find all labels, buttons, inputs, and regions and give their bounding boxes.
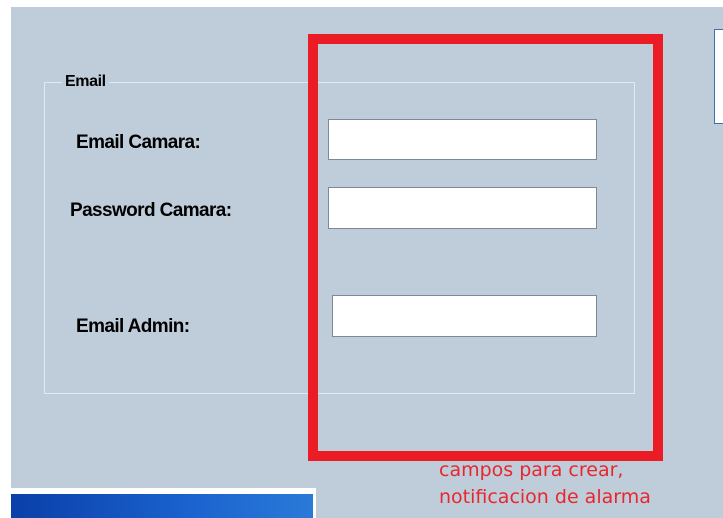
- email-camara-label: Email Camara:: [76, 132, 201, 153]
- email-groupbox-title: Email: [62, 72, 109, 92]
- window-top-edge: [11, 0, 723, 7]
- annotation-note: campos para crear, notificacion de alarm…: [439, 457, 651, 511]
- password-camara-label: Password Camara:: [70, 200, 232, 221]
- annotation-highlight-box: [308, 34, 663, 461]
- annotation-note-line-1: campos para crear,: [439, 459, 624, 481]
- email-admin-label: Email Admin:: [76, 316, 190, 337]
- lower-panel-title-bar: [11, 494, 313, 518]
- adjacent-control-edge[interactable]: [714, 29, 723, 124]
- annotation-note-line-2: notificacion de alarma: [439, 486, 651, 508]
